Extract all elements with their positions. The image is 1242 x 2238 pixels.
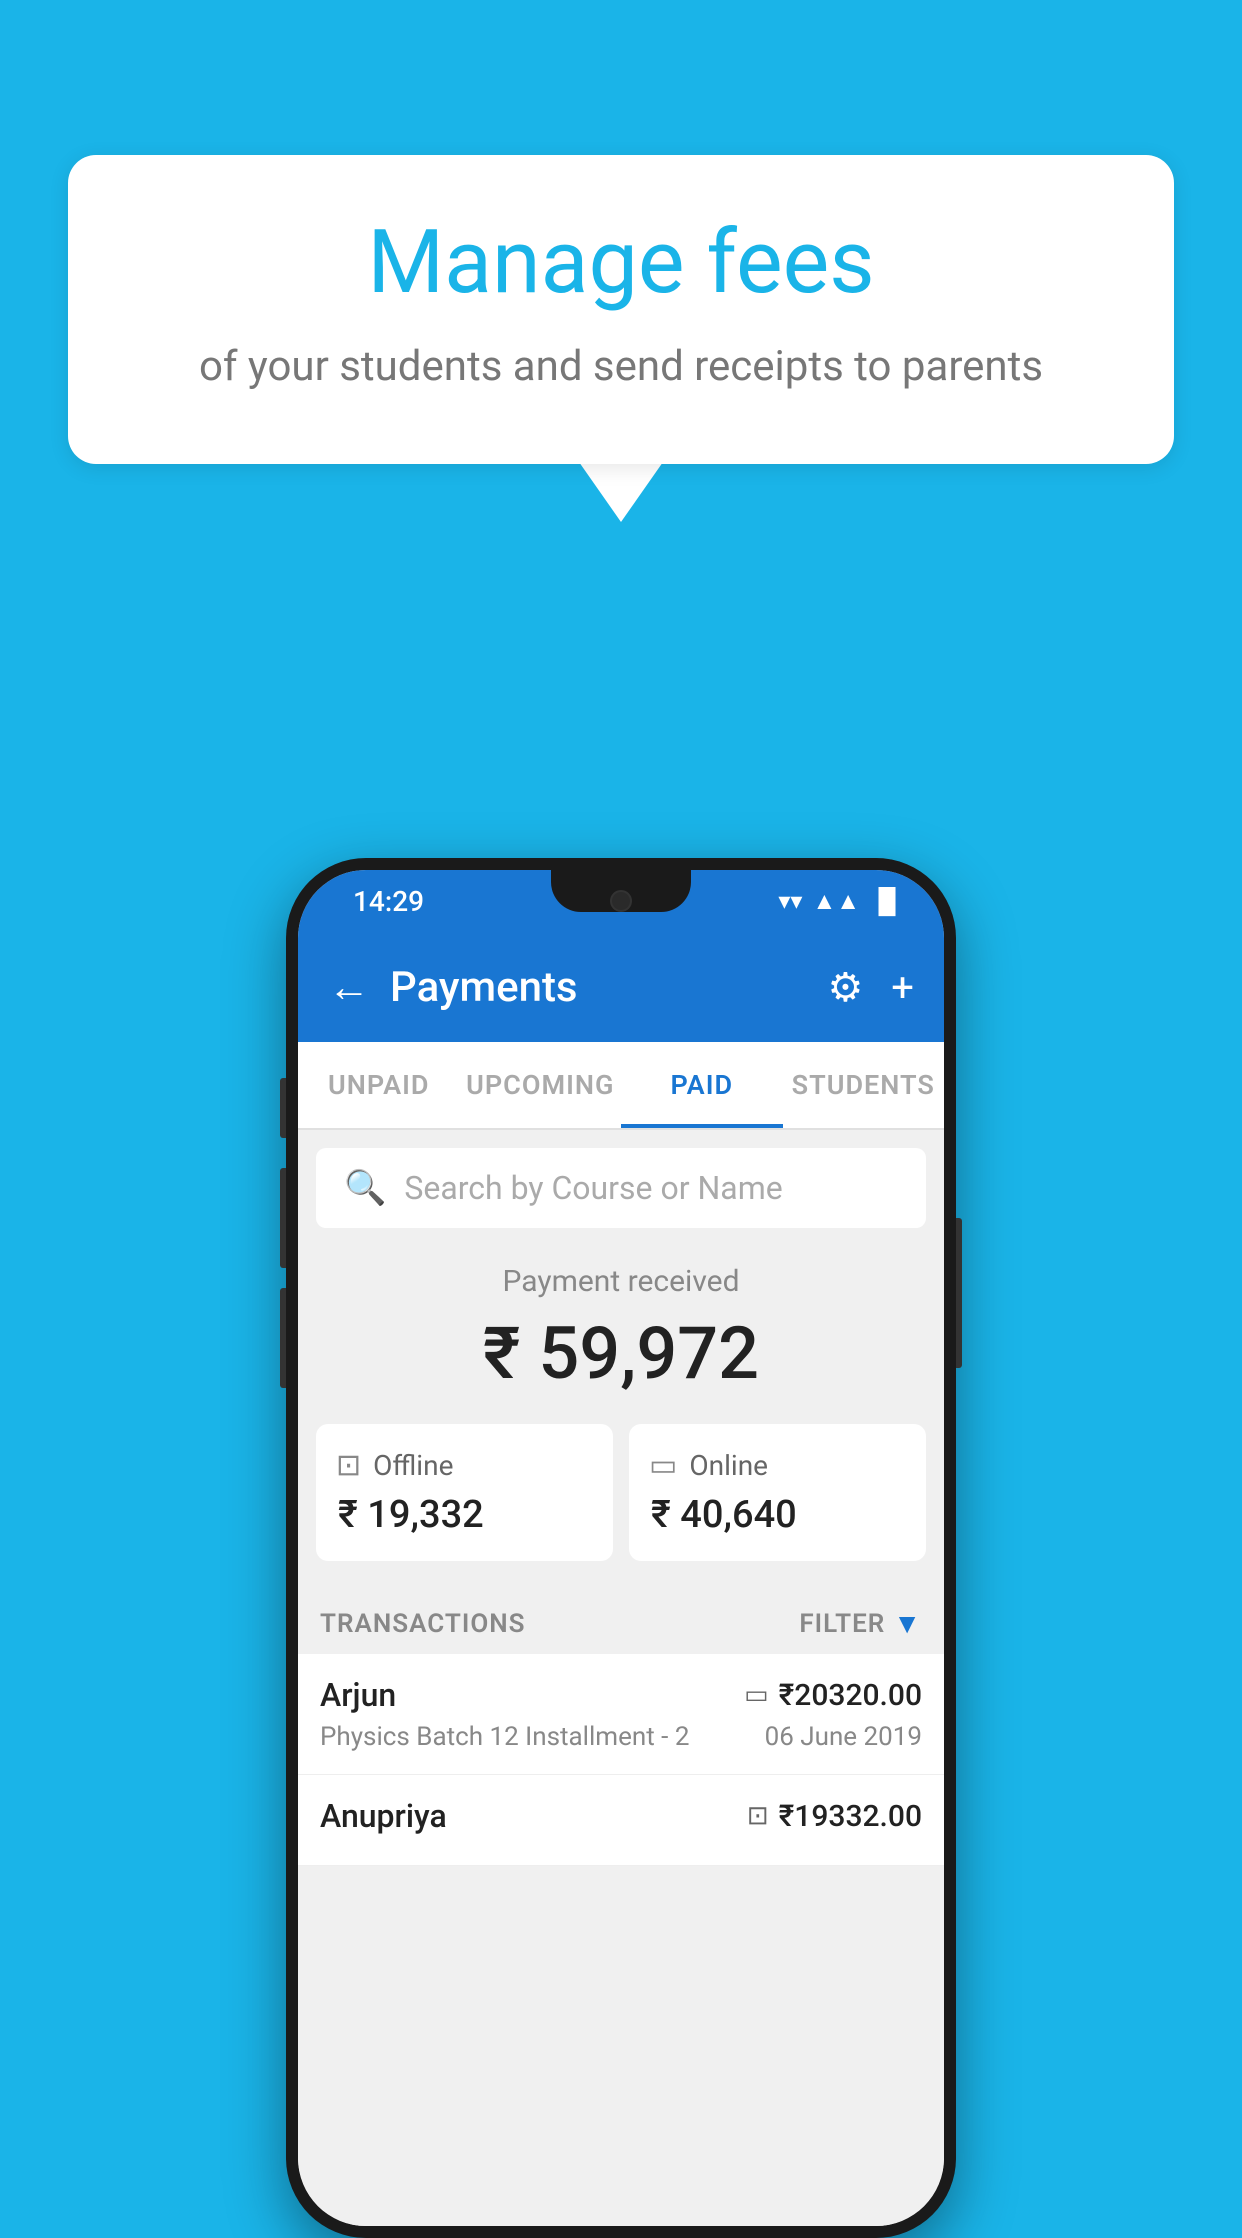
filter-icon: ▼ [893,1607,922,1640]
app-bar: ← Payments ⚙ + [298,932,944,1042]
transaction-name: Anupriya [320,1797,447,1835]
speech-bubble-subtitle: of your students and send receipts to pa… [148,340,1094,395]
transaction-name: Arjun [320,1676,396,1714]
phone-side-btn-power [956,1218,962,1368]
transaction-course: Physics Batch 12 Installment - 2 [320,1722,689,1752]
status-time: 14:29 [353,885,424,918]
phone-side-btn-volume-down2 [280,1288,286,1388]
tab-upcoming[interactable]: UPCOMING [460,1042,622,1128]
phone-side-btn-volume-down [280,1168,286,1268]
filter-button[interactable]: FILTER ▼ [799,1607,922,1640]
content-area: 🔍 Search by Course or Name Payment recei… [298,1130,944,2226]
offline-label: Offline [373,1449,453,1482]
status-icons: ▾▾ ▲▲ ▐▌ [778,887,904,916]
transactions-header: TRANSACTIONS FILTER ▼ [298,1585,944,1654]
app-bar-actions: ⚙ + [827,964,914,1011]
transaction-row-bottom: Physics Batch 12 Installment - 2 06 June… [320,1722,922,1752]
transaction-amount-section: ▭ ₹20320.00 [744,1678,922,1713]
payment-received-section: Payment received ₹ 59,972 ⊡ Offline ₹ 19… [298,1228,944,1585]
payment-cards: ⊡ Offline ₹ 19,332 ▭ Online ₹ 40,640 [316,1424,926,1561]
online-label: Online [689,1449,768,1482]
tab-unpaid[interactable]: UNPAID [298,1042,460,1128]
payment-amount: ₹ 59,972 [316,1311,926,1396]
search-placeholder: Search by Course or Name [404,1169,782,1207]
payment-received-label: Payment received [316,1264,926,1299]
transaction-row-top: Anupriya ⊡ ₹19332.00 [320,1797,922,1835]
filter-label: FILTER [799,1609,885,1639]
transaction-amount-section: ⊡ ₹19332.00 [747,1799,922,1834]
speech-bubble: Manage fees of your students and send re… [68,155,1174,464]
tab-students[interactable]: STUDENTS [783,1042,945,1128]
settings-icon[interactable]: ⚙ [827,964,863,1011]
online-amount: ₹ 40,640 [649,1493,797,1537]
phone-notch [551,870,691,912]
offline-amount: ₹ 19,332 [336,1493,484,1537]
speech-bubble-container: Manage fees of your students and send re… [68,155,1174,522]
transactions-label: TRANSACTIONS [320,1609,526,1639]
table-row[interactable]: Arjun ▭ ₹20320.00 Physics Batch 12 Insta… [298,1654,944,1775]
online-icon: ▭ [649,1448,677,1483]
back-button[interactable]: ← [328,963,370,1012]
app-title: Payments [390,963,827,1012]
table-row[interactable]: Anupriya ⊡ ₹19332.00 [298,1775,944,1866]
transaction-row-top: Arjun ▭ ₹20320.00 [320,1676,922,1714]
transaction-payment-icon: ⊡ [747,1801,769,1831]
phone-mockup: 14:29 ▾▾ ▲▲ ▐▌ ← Payments ⚙ + UNPAID UPC… [286,858,956,2238]
online-card: ▭ Online ₹ 40,640 [629,1424,926,1561]
offline-card-header: ⊡ Offline [336,1448,453,1483]
phone-screen: 14:29 ▾▾ ▲▲ ▐▌ ← Payments ⚙ + UNPAID UPC… [298,870,944,2226]
tabs-bar: UNPAID UPCOMING PAID STUDENTS [298,1042,944,1130]
speech-bubble-arrow [579,462,663,522]
transaction-list: Arjun ▭ ₹20320.00 Physics Batch 12 Insta… [298,1654,944,1866]
speech-bubble-title: Manage fees [148,215,1094,312]
search-icon: 🔍 [344,1168,386,1208]
signal-icon: ▲▲ [812,887,860,916]
offline-icon: ⊡ [336,1448,361,1483]
transaction-payment-icon: ▭ [744,1680,769,1710]
offline-card: ⊡ Offline ₹ 19,332 [316,1424,613,1561]
phone-camera [610,890,632,912]
search-bar[interactable]: 🔍 Search by Course or Name [316,1148,926,1228]
wifi-icon: ▾▾ [778,887,802,915]
battery-icon: ▐▌ [870,887,904,916]
phone-side-btn-volume-up [280,1078,286,1138]
add-icon[interactable]: + [891,964,914,1011]
tab-paid[interactable]: PAID [621,1042,783,1128]
transaction-amount: ₹19332.00 [779,1799,922,1834]
transaction-amount: ₹20320.00 [779,1678,922,1713]
transaction-date: 06 June 2019 [765,1722,922,1752]
online-card-header: ▭ Online [649,1448,768,1483]
